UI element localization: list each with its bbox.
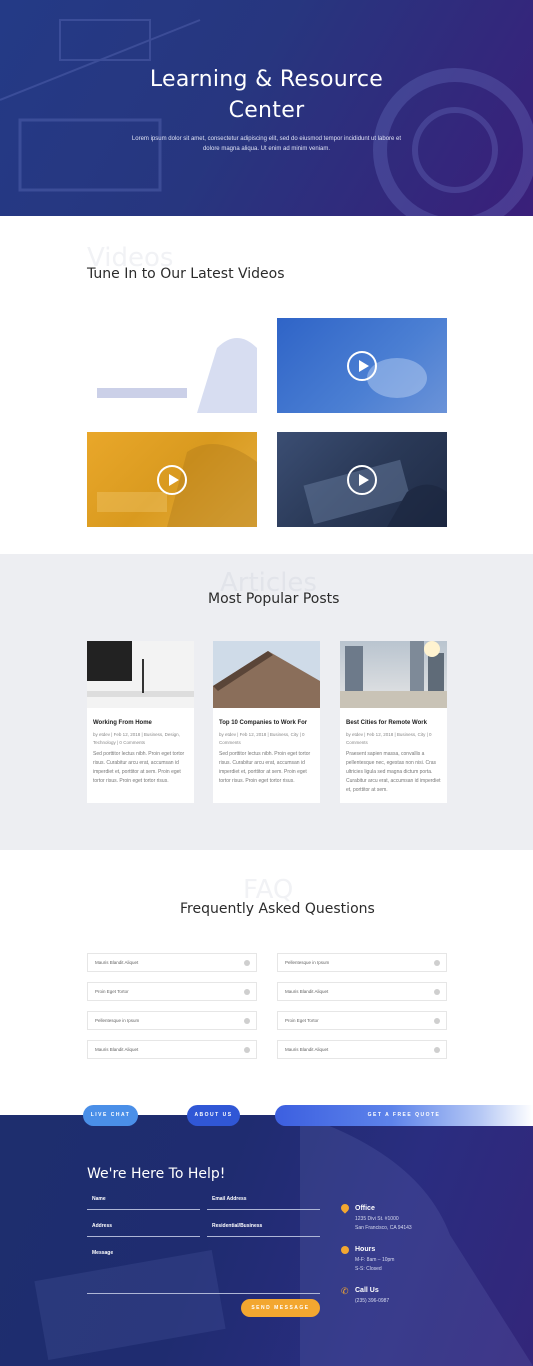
office-info: Office 1235 Divi St. #1000 San Francisco… bbox=[355, 1205, 475, 1233]
toggle-icon[interactable] bbox=[244, 989, 250, 995]
toggle-icon[interactable] bbox=[434, 960, 440, 966]
post-meta: by etdev | Feb 12, 2018 | Business, City… bbox=[219, 732, 305, 745]
office-line2: San Francisco, CA 94143 bbox=[355, 1225, 412, 1231]
faq-question: Mauris Blandit Aliquet bbox=[95, 1047, 139, 1052]
hero-subtitle: Lorem ipsum dolor sit amet, consectetur … bbox=[131, 136, 402, 152]
post-card-2[interactable]: Top 10 Companies to Work For by etdev | … bbox=[213, 641, 320, 803]
hours-line2: S-S: Closed bbox=[355, 1266, 382, 1272]
video-thumbnail-1[interactable] bbox=[87, 318, 257, 413]
faq-title: Frequently Asked Questions bbox=[180, 901, 375, 917]
play-icon[interactable] bbox=[157, 465, 187, 495]
get-quote-button[interactable]: GET A FREE QUOTE bbox=[275, 1105, 533, 1126]
toggle-icon[interactable] bbox=[434, 1018, 440, 1024]
faq-item[interactable]: Pellentesque in Ipsum bbox=[277, 953, 447, 972]
building-image bbox=[213, 651, 320, 708]
play-icon[interactable] bbox=[157, 351, 187, 381]
address-label: Address bbox=[92, 1223, 113, 1229]
name-label: Name bbox=[92, 1196, 106, 1202]
send-message-button[interactable]: SEND MESSAGE bbox=[241, 1299, 320, 1317]
post-image-1[interactable] bbox=[87, 641, 194, 708]
faq-question: Pellentesque in Ipsum bbox=[285, 960, 330, 965]
hours-info: Hours M-F: 8am – 10pm S-S: Closed bbox=[355, 1246, 475, 1274]
post-image-3[interactable] bbox=[340, 641, 447, 708]
faq-question: Pellentesque in Ipsum bbox=[95, 1018, 140, 1023]
post-card-1[interactable]: Working From Home by etdev | Feb 12, 201… bbox=[87, 641, 194, 803]
faq-item[interactable]: Mauris Blandit Aliquet bbox=[277, 1040, 447, 1059]
residential-field[interactable]: Residential/Business bbox=[207, 1223, 320, 1237]
faq-item[interactable]: Proin Eget Tortor bbox=[277, 1011, 447, 1030]
play-icon[interactable] bbox=[347, 465, 377, 495]
city-image bbox=[340, 641, 447, 708]
faq-item[interactable]: Proin Eget Tortor bbox=[87, 982, 257, 1001]
residential-label: Residential/Business bbox=[212, 1223, 263, 1229]
videos-title: Tune In to Our Latest Videos bbox=[87, 266, 285, 282]
post-meta: by etdev | Feb 12, 2018 | Business, Desi… bbox=[93, 732, 180, 745]
faq-question: Proin Eget Tortor bbox=[95, 989, 129, 994]
faq-question: Mauris Blandit Aliquet bbox=[95, 960, 139, 965]
office-line1: 1235 Divi St. #1000 bbox=[355, 1216, 399, 1222]
post-title[interactable]: Top 10 Companies to Work For bbox=[219, 720, 314, 726]
hours-line1: M-F: 8am – 10pm bbox=[355, 1257, 395, 1263]
post-excerpt: Sed porttitor lectus nibh. Proin eget to… bbox=[93, 751, 185, 784]
faq-question: Mauris Blandit Aliquet bbox=[285, 989, 329, 994]
post-meta: by etdev | Feb 12, 2018 | Business, City… bbox=[346, 732, 432, 745]
faq-item[interactable]: Pellentesque in Ipsum bbox=[87, 1011, 257, 1030]
about-us-button[interactable]: ABOUT US bbox=[187, 1105, 240, 1126]
hero-section: Learning & Resource Center Lorem ipsum d… bbox=[0, 0, 533, 216]
post-image-2[interactable] bbox=[213, 641, 320, 708]
office-title: Office bbox=[355, 1205, 375, 1212]
page-title: Learning & Resource Center bbox=[0, 64, 533, 126]
contact-background-image bbox=[34, 1115, 533, 1366]
toggle-icon[interactable] bbox=[244, 1018, 250, 1024]
play-icon[interactable] bbox=[347, 351, 377, 381]
message-field[interactable]: Message bbox=[87, 1250, 320, 1294]
video-thumbnail-3[interactable] bbox=[87, 432, 257, 527]
contact-section: We're Here To Help! Name Email Address A… bbox=[0, 1115, 533, 1366]
hours-title: Hours bbox=[355, 1246, 376, 1253]
post-title[interactable]: Best Cities for Remote Work bbox=[346, 720, 441, 726]
faq-item[interactable]: Mauris Blandit Aliquet bbox=[277, 982, 447, 1001]
toggle-icon[interactable] bbox=[244, 960, 250, 966]
email-field[interactable]: Email Address bbox=[207, 1196, 320, 1210]
faq-item[interactable]: Mauris Blandit Aliquet bbox=[87, 953, 257, 972]
message-label: Message bbox=[92, 1250, 114, 1256]
video-thumbnail-2[interactable] bbox=[277, 318, 447, 413]
toggle-icon[interactable] bbox=[434, 1047, 440, 1053]
clock-icon bbox=[341, 1246, 349, 1254]
email-label: Email Address bbox=[212, 1196, 247, 1202]
post-card-3[interactable]: Best Cities for Remote Work by etdev | F… bbox=[340, 641, 447, 803]
articles-title: Most Popular Posts bbox=[208, 591, 340, 607]
toggle-icon[interactable] bbox=[434, 989, 440, 995]
phone-icon: ✆ bbox=[341, 1286, 349, 1296]
toggle-icon[interactable] bbox=[244, 1047, 250, 1053]
faq-question: Proin Eget Tortor bbox=[285, 1018, 319, 1023]
call-title: Call Us bbox=[355, 1287, 379, 1294]
video-thumbnail-4[interactable] bbox=[277, 432, 447, 527]
page-title-line1: Learning & Resource bbox=[149, 67, 384, 92]
page-title-line2: Center bbox=[228, 98, 305, 123]
address-field[interactable]: Address bbox=[87, 1223, 200, 1237]
phone-info: Call Us (235) 396-0987 bbox=[355, 1287, 475, 1306]
faq-item[interactable]: Mauris Blandit Aliquet bbox=[87, 1040, 257, 1059]
live-chat-button[interactable]: LIVE CHAT bbox=[83, 1105, 138, 1126]
post-excerpt: Sed porttitor lectus nibh. Proin eget to… bbox=[219, 751, 311, 784]
contact-title: We're Here To Help! bbox=[87, 1166, 226, 1182]
phone-number[interactable]: (235) 396-0987 bbox=[355, 1297, 475, 1306]
name-field[interactable]: Name bbox=[87, 1196, 200, 1210]
page: Learning & Resource Center Lorem ipsum d… bbox=[0, 0, 533, 1366]
faq-question: Mauris Blandit Aliquet bbox=[285, 1047, 329, 1052]
post-excerpt: Praesent sapien massa, convallis a pelle… bbox=[346, 751, 441, 793]
post-title[interactable]: Working From Home bbox=[93, 720, 188, 726]
